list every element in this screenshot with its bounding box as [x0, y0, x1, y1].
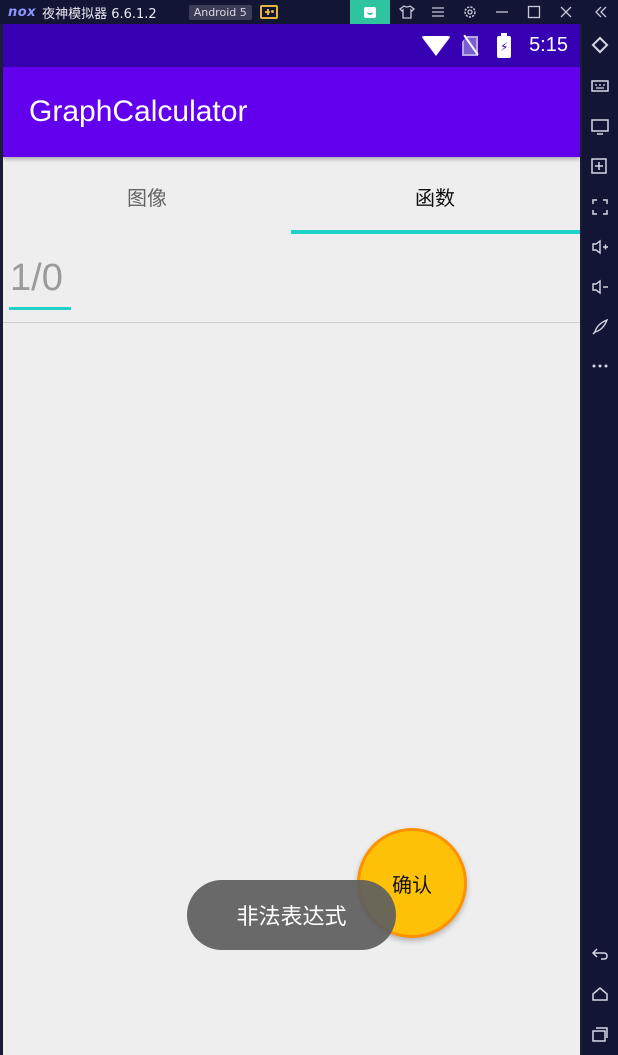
app-bar: GraphCalculator	[3, 67, 580, 157]
emulator-name: 夜神模拟器 6.6.1.2	[42, 6, 157, 22]
wifi-icon	[421, 36, 451, 56]
phone-screen: ⚡ 5:15 GraphCalculator 图像 函数 1/0 确认 非法表达…	[3, 24, 580, 1055]
apk-install-icon[interactable]	[582, 152, 618, 182]
volume-down-icon[interactable]	[582, 272, 618, 302]
settings-icon[interactable]	[455, 0, 485, 24]
rotate-icon[interactable]	[582, 30, 618, 60]
more-icon[interactable]	[582, 351, 618, 381]
emulator-sidebar	[582, 24, 618, 1055]
expression-row: 1/0	[3, 235, 580, 323]
nox-logo: nox	[8, 4, 37, 20]
expression-input[interactable]: 1/0	[10, 257, 63, 300]
expression-input-underline	[9, 307, 71, 310]
volume-up-icon[interactable]	[582, 232, 618, 262]
toast-message: 非法表达式	[187, 880, 396, 950]
collapse-icon[interactable]	[586, 0, 616, 24]
menu-icon[interactable]	[423, 0, 453, 24]
android-statusbar: ⚡ 5:15	[3, 24, 580, 67]
selected-tab-indicator	[291, 230, 580, 234]
maximize-icon[interactable]	[519, 0, 549, 24]
back-icon[interactable]	[582, 939, 618, 969]
tab-function[interactable]: 函数	[291, 157, 579, 235]
store-icon[interactable]	[350, 0, 390, 24]
tab-bar: 图像 函数	[3, 157, 580, 235]
fullscreen-icon[interactable]	[582, 192, 618, 222]
tab-graph[interactable]: 图像	[3, 157, 291, 235]
shirt-icon[interactable]	[392, 0, 422, 24]
charging-bolt-icon: ⚡	[500, 40, 509, 54]
close-icon[interactable]	[551, 0, 581, 24]
recents-icon[interactable]	[582, 1019, 618, 1049]
minimize-icon[interactable]	[487, 0, 517, 24]
keyboard-icon[interactable]	[582, 71, 618, 101]
gamepad-icon[interactable]	[259, 5, 278, 19]
rocket-icon[interactable]	[582, 312, 618, 342]
android-version-badge: Android 5	[188, 4, 252, 20]
screen-icon[interactable]	[582, 112, 618, 142]
emulator-window: nox 夜神模拟器 6.6.1.2 Android 5 ⚡ 5:15 Graph…	[0, 0, 618, 1055]
home-icon[interactable]	[582, 979, 618, 1009]
status-time: 5:15	[529, 34, 568, 56]
app-title: GraphCalculator	[29, 95, 248, 128]
